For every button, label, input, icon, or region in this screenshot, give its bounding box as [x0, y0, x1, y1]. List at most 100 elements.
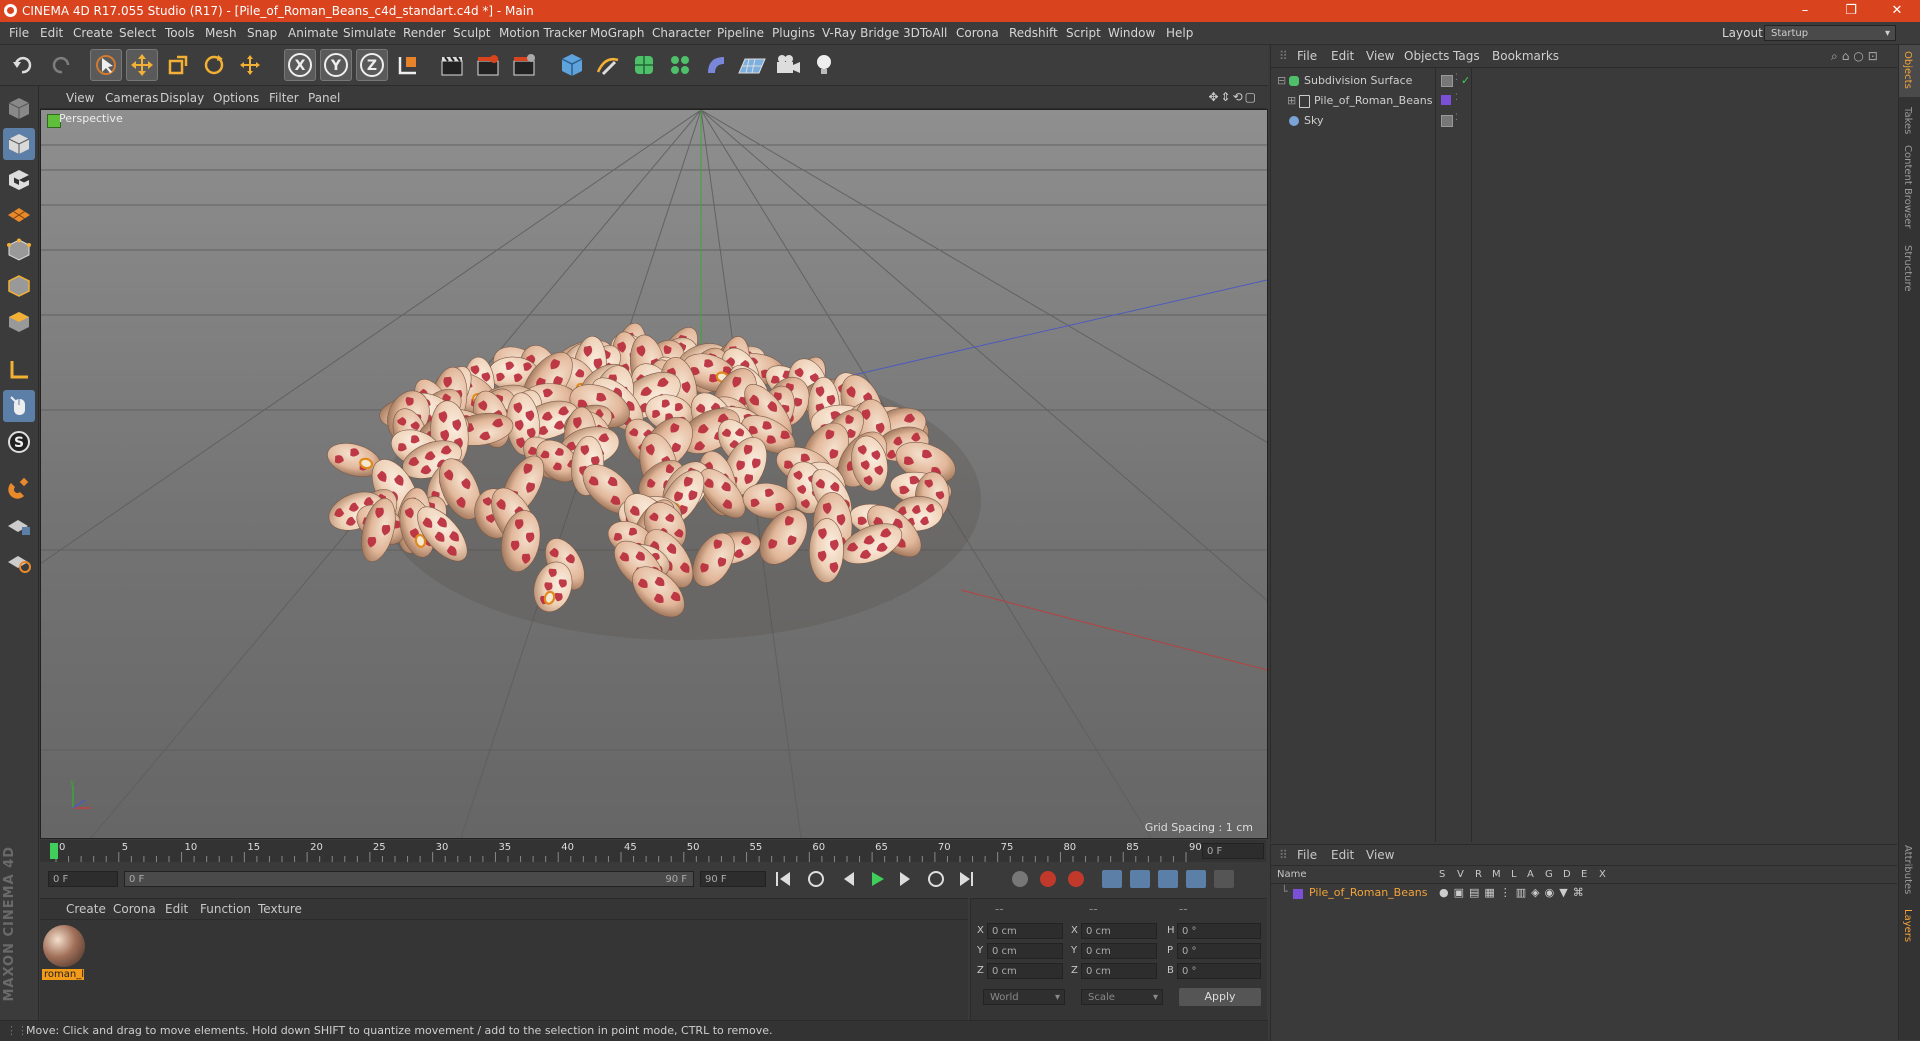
- col-generators[interactable]: G: [1545, 869, 1553, 880]
- restore-button[interactable]: ❐: [1828, 0, 1874, 22]
- menu-3dtoall[interactable]: 3DToAll: [903, 22, 947, 44]
- menu-sculpt[interactable]: Sculpt: [453, 22, 490, 44]
- menu-script[interactable]: Script: [1066, 22, 1101, 44]
- layer-swatch-icon[interactable]: [1441, 115, 1453, 127]
- size-z-field[interactable]: 0 cm: [1081, 963, 1157, 979]
- tab-content-browser[interactable]: Content Browser: [1902, 145, 1913, 228]
- add-camera-button[interactable]: [772, 49, 804, 81]
- obj-menu-view[interactable]: View: [1366, 45, 1394, 67]
- layer-menu-edit[interactable]: Edit: [1331, 848, 1354, 862]
- playhead-marker[interactable]: [50, 843, 58, 859]
- menu-edit[interactable]: Edit: [40, 22, 63, 44]
- size-y-field[interactable]: 0 cm: [1081, 943, 1157, 959]
- mat-menu-function[interactable]: Function: [200, 902, 251, 916]
- lock-workplane-button[interactable]: [3, 510, 35, 542]
- polygons-mode-button[interactable]: [3, 306, 35, 338]
- layer-menu-file[interactable]: File: [1297, 848, 1317, 862]
- tree-collapse-icon[interactable]: ⊟: [1277, 71, 1286, 91]
- layer-row[interactable]: └ Pile_of_Roman_Beans ●▣▤▦⋮▥◈◉▼⌘: [1271, 885, 1897, 903]
- obj-menu-file[interactable]: File: [1297, 45, 1317, 67]
- tree-expand-icon[interactable]: ⊞: [1287, 91, 1296, 111]
- menu-snap[interactable]: Snap: [247, 22, 277, 44]
- object-row-beans[interactable]: ⊞ Pile_of_Roman_Beans ⁚: [1271, 91, 1897, 111]
- add-spline-button[interactable]: [592, 49, 624, 81]
- redo-button[interactable]: [44, 49, 76, 81]
- coordinate-system-button[interactable]: [392, 49, 424, 81]
- size-x-field[interactable]: 0 cm: [1081, 923, 1157, 939]
- menu-select[interactable]: Select: [119, 22, 156, 44]
- frame-range-slider[interactable]: 0 F 90 F: [124, 871, 694, 887]
- edges-mode-button[interactable]: [3, 270, 35, 302]
- layer-swatch-icon[interactable]: [1441, 75, 1453, 87]
- render-view-button[interactable]: [436, 49, 468, 81]
- apply-button[interactable]: Apply: [1179, 988, 1261, 1006]
- add-light-button[interactable]: [808, 49, 840, 81]
- col-animation[interactable]: A: [1527, 869, 1534, 880]
- coord-mode-dropdown[interactable]: World ▾: [983, 989, 1065, 1005]
- menu-mesh[interactable]: Mesh: [205, 22, 237, 44]
- close-button[interactable]: ✕: [1874, 0, 1920, 22]
- col-view[interactable]: V: [1457, 869, 1464, 880]
- position-y-field[interactable]: 0 cm: [987, 943, 1063, 959]
- layer-toggle-icons[interactable]: ●▣▤▦⋮▥◈◉▼⌘: [1439, 886, 1589, 899]
- menu-motion-tracker[interactable]: Motion Tracker: [499, 22, 587, 44]
- menu-window[interactable]: Window: [1108, 22, 1155, 44]
- enabled-check-icon[interactable]: ✓: [1461, 71, 1470, 91]
- layer-color-swatch[interactable]: [1293, 889, 1303, 899]
- 3d-viewport[interactable]: Perspective Grid Spacing : 1 cm y: [40, 109, 1268, 839]
- col-expressions[interactable]: E: [1581, 869, 1587, 880]
- menu-animate[interactable]: Animate: [288, 22, 338, 44]
- rotation-p-field[interactable]: 0 °: [1177, 943, 1261, 959]
- menu-corona[interactable]: Corona: [956, 22, 999, 44]
- scale-tool-button[interactable]: [162, 49, 194, 81]
- tab-objects[interactable]: Objects: [1902, 51, 1913, 89]
- layout-dropdown[interactable]: Startup ▾: [1764, 25, 1896, 41]
- move-tool-button[interactable]: [126, 49, 158, 81]
- object-row-subdivision[interactable]: ⊟ Subdivision Surface ⁚ ✓: [1271, 71, 1897, 91]
- rotation-h-field[interactable]: 0 °: [1177, 923, 1261, 939]
- tab-structure[interactable]: Structure: [1902, 245, 1913, 292]
- z-axis-lock-button[interactable]: Z: [356, 49, 388, 81]
- viewport-menu-filter[interactable]: Filter: [269, 88, 299, 108]
- position-x-field[interactable]: 0 cm: [987, 923, 1063, 939]
- render-picture-viewer-button[interactable]: [472, 49, 504, 81]
- menu-vray-bridge[interactable]: V-Ray Bridge: [822, 22, 899, 44]
- col-manager[interactable]: M: [1492, 869, 1501, 880]
- menu-pipeline[interactable]: Pipeline: [717, 22, 764, 44]
- texture-mode-button[interactable]: [3, 164, 35, 196]
- y-axis-lock-button[interactable]: Y: [320, 49, 352, 81]
- make-editable-button[interactable]: [3, 92, 35, 124]
- current-frame-field[interactable]: 0 F: [1202, 843, 1264, 859]
- layer-color-swatch[interactable]: [1441, 95, 1451, 105]
- position-z-field[interactable]: 0 cm: [987, 963, 1063, 979]
- end-frame-field[interactable]: 90 F: [700, 871, 766, 887]
- col-deformers[interactable]: D: [1563, 869, 1571, 880]
- menu-file[interactable]: File: [9, 22, 29, 44]
- x-axis-lock-button[interactable]: X: [284, 49, 316, 81]
- axis-mode-button[interactable]: [3, 354, 35, 386]
- col-render[interactable]: R: [1475, 869, 1482, 880]
- snap-toggle-button[interactable]: S: [3, 426, 35, 458]
- viewport-menu-options[interactable]: Options: [213, 88, 259, 108]
- coord-scale-dropdown[interactable]: Scale ▾: [1081, 989, 1163, 1005]
- workplane-mode-button[interactable]: [3, 198, 35, 230]
- add-cube-button[interactable]: [556, 49, 588, 81]
- col-xref[interactable]: X: [1599, 869, 1606, 880]
- visibility-dots-icon[interactable]: ⁚: [1455, 88, 1458, 108]
- menu-plugins[interactable]: Plugins: [772, 22, 815, 44]
- obj-manager-tool-icons[interactable]: ⌕⌂○⊡: [1831, 45, 1882, 67]
- undo-button[interactable]: [8, 49, 40, 81]
- tab-takes[interactable]: Takes: [1902, 107, 1913, 134]
- menu-character[interactable]: Character: [652, 22, 711, 44]
- mat-menu-corona[interactable]: Corona: [113, 902, 156, 916]
- obj-menu-tags[interactable]: Tags: [1453, 45, 1480, 67]
- points-mode-button[interactable]: [3, 234, 35, 266]
- start-frame-field[interactable]: 0 F: [48, 871, 118, 887]
- render-settings-button[interactable]: [508, 49, 540, 81]
- viewport-menu-panel[interactable]: Panel: [308, 88, 340, 108]
- layer-menu-view[interactable]: View: [1366, 848, 1394, 862]
- add-environment-button[interactable]: [736, 49, 768, 81]
- menu-help[interactable]: Help: [1166, 22, 1193, 44]
- obj-menu-objects[interactable]: Objects: [1404, 45, 1449, 67]
- viewport-nav-icons[interactable]: ✥⇕⟲▢: [1208, 90, 1258, 104]
